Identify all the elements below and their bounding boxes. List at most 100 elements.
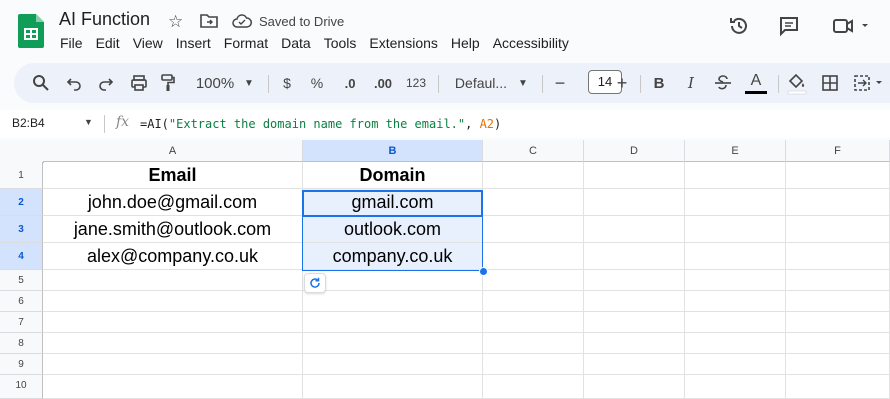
- cell-e6[interactable]: [685, 291, 786, 312]
- cell-a2[interactable]: john.doe@gmail.com: [43, 189, 303, 216]
- cell-b9[interactable]: [303, 354, 483, 375]
- cell-e9[interactable]: [685, 354, 786, 375]
- cell-d6[interactable]: [584, 291, 685, 312]
- cell-f1[interactable]: [786, 162, 890, 189]
- document-title[interactable]: AI Function: [59, 9, 150, 30]
- cell-d10[interactable]: [584, 375, 685, 399]
- menu-help[interactable]: Help: [451, 35, 480, 51]
- merge-cells-icon[interactable]: [854, 75, 884, 91]
- row-header-9[interactable]: 9: [0, 354, 43, 375]
- text-color-button[interactable]: A: [744, 63, 768, 103]
- cell-a4[interactable]: alex@company.co.uk: [43, 243, 303, 270]
- font-chevron-down-icon[interactable]: ▼: [516, 63, 530, 103]
- zoom-select[interactable]: 100%: [194, 63, 236, 103]
- fill-color-icon[interactable]: [786, 71, 808, 95]
- menu-format[interactable]: Format: [224, 35, 268, 51]
- decrease-decimal-button[interactable]: .0: [340, 63, 360, 103]
- cell-c9[interactable]: [483, 354, 584, 375]
- menu-data[interactable]: Data: [281, 35, 311, 51]
- cell-f10[interactable]: [786, 375, 890, 399]
- italic-button[interactable]: I: [684, 63, 698, 103]
- cell-b1[interactable]: Domain: [303, 162, 483, 189]
- row-header-5[interactable]: 5: [0, 270, 43, 291]
- cell-c8[interactable]: [483, 333, 584, 354]
- increase-font-size-button[interactable]: +: [614, 63, 630, 103]
- cell-b6[interactable]: [303, 291, 483, 312]
- percent-format-button[interactable]: %: [310, 63, 324, 103]
- cell-f2[interactable]: [786, 189, 890, 216]
- row-header-1[interactable]: 1: [0, 162, 43, 189]
- cell-c5[interactable]: [483, 270, 584, 291]
- increase-decimal-button[interactable]: .00: [370, 63, 396, 103]
- column-header-a[interactable]: A: [43, 140, 303, 162]
- cell-d8[interactable]: [584, 333, 685, 354]
- sheets-logo-icon[interactable]: [18, 14, 44, 48]
- cell-d7[interactable]: [584, 312, 685, 333]
- cell-b7[interactable]: [303, 312, 483, 333]
- fill-handle[interactable]: [479, 267, 488, 276]
- name-box[interactable]: B2:B4: [12, 116, 45, 130]
- version-history-icon[interactable]: [728, 15, 750, 37]
- cell-c6[interactable]: [483, 291, 584, 312]
- cell-f4[interactable]: [786, 243, 890, 270]
- cell-b5[interactable]: [303, 270, 483, 291]
- cell-f9[interactable]: [786, 354, 890, 375]
- cell-d1[interactable]: [584, 162, 685, 189]
- cell-d4[interactable]: [584, 243, 685, 270]
- move-to-folder-icon[interactable]: [200, 13, 218, 29]
- cell-d2[interactable]: [584, 189, 685, 216]
- refresh-ai-button[interactable]: [304, 273, 326, 293]
- cell-a9[interactable]: [43, 354, 303, 375]
- column-header-b[interactable]: B: [303, 140, 483, 162]
- cell-a3[interactable]: jane.smith@outlook.com: [43, 216, 303, 243]
- cell-c1[interactable]: [483, 162, 584, 189]
- more-formats-button[interactable]: 123: [404, 63, 428, 103]
- comments-icon[interactable]: [778, 15, 800, 37]
- cell-b10[interactable]: [303, 375, 483, 399]
- cell-c7[interactable]: [483, 312, 584, 333]
- meet-icon[interactable]: [832, 15, 872, 37]
- cell-e10[interactable]: [685, 375, 786, 399]
- paint-format-icon[interactable]: [160, 74, 176, 92]
- font-select[interactable]: Defaul...: [452, 63, 510, 103]
- cell-b8[interactable]: [303, 333, 483, 354]
- menu-edit[interactable]: Edit: [96, 35, 120, 51]
- name-box-chevron-down-icon[interactable]: ▼: [84, 117, 93, 127]
- cell-a1[interactable]: Email: [43, 162, 303, 189]
- column-header-f[interactable]: F: [786, 140, 890, 162]
- cell-f7[interactable]: [786, 312, 890, 333]
- cell-d3[interactable]: [584, 216, 685, 243]
- cell-e3[interactable]: [685, 216, 786, 243]
- cell-e7[interactable]: [685, 312, 786, 333]
- cell-d5[interactable]: [584, 270, 685, 291]
- cell-c3[interactable]: [483, 216, 584, 243]
- star-icon[interactable]: ☆: [168, 12, 183, 32]
- menu-view[interactable]: View: [133, 35, 163, 51]
- redo-icon[interactable]: [98, 75, 114, 91]
- cell-b3[interactable]: outlook.com: [303, 216, 483, 243]
- menu-file[interactable]: File: [60, 35, 83, 51]
- cell-a10[interactable]: [43, 375, 303, 399]
- row-header-6[interactable]: 6: [0, 291, 43, 312]
- cell-e4[interactable]: [685, 243, 786, 270]
- borders-icon[interactable]: [822, 75, 838, 91]
- cell-e1[interactable]: [685, 162, 786, 189]
- formula-input[interactable]: =AI("Extract the domain name from the em…: [140, 117, 501, 131]
- cell-a6[interactable]: [43, 291, 303, 312]
- zoom-chevron-down-icon[interactable]: ▼: [242, 63, 256, 103]
- undo-icon[interactable]: [66, 75, 82, 91]
- cell-a8[interactable]: [43, 333, 303, 354]
- select-all-corner[interactable]: [0, 140, 44, 163]
- menu-accessibility[interactable]: Accessibility: [493, 35, 569, 51]
- column-header-e[interactable]: E: [685, 140, 786, 162]
- cell-d9[interactable]: [584, 354, 685, 375]
- currency-format-button[interactable]: $: [280, 63, 294, 103]
- column-header-c[interactable]: C: [483, 140, 584, 162]
- column-header-d[interactable]: D: [584, 140, 685, 162]
- cell-e2[interactable]: [685, 189, 786, 216]
- row-header-3[interactable]: 3: [0, 216, 43, 243]
- cell-e8[interactable]: [685, 333, 786, 354]
- decrease-font-size-button[interactable]: −: [552, 63, 568, 103]
- cell-b2[interactable]: gmail.com: [303, 189, 483, 216]
- row-header-4[interactable]: 4: [0, 243, 43, 270]
